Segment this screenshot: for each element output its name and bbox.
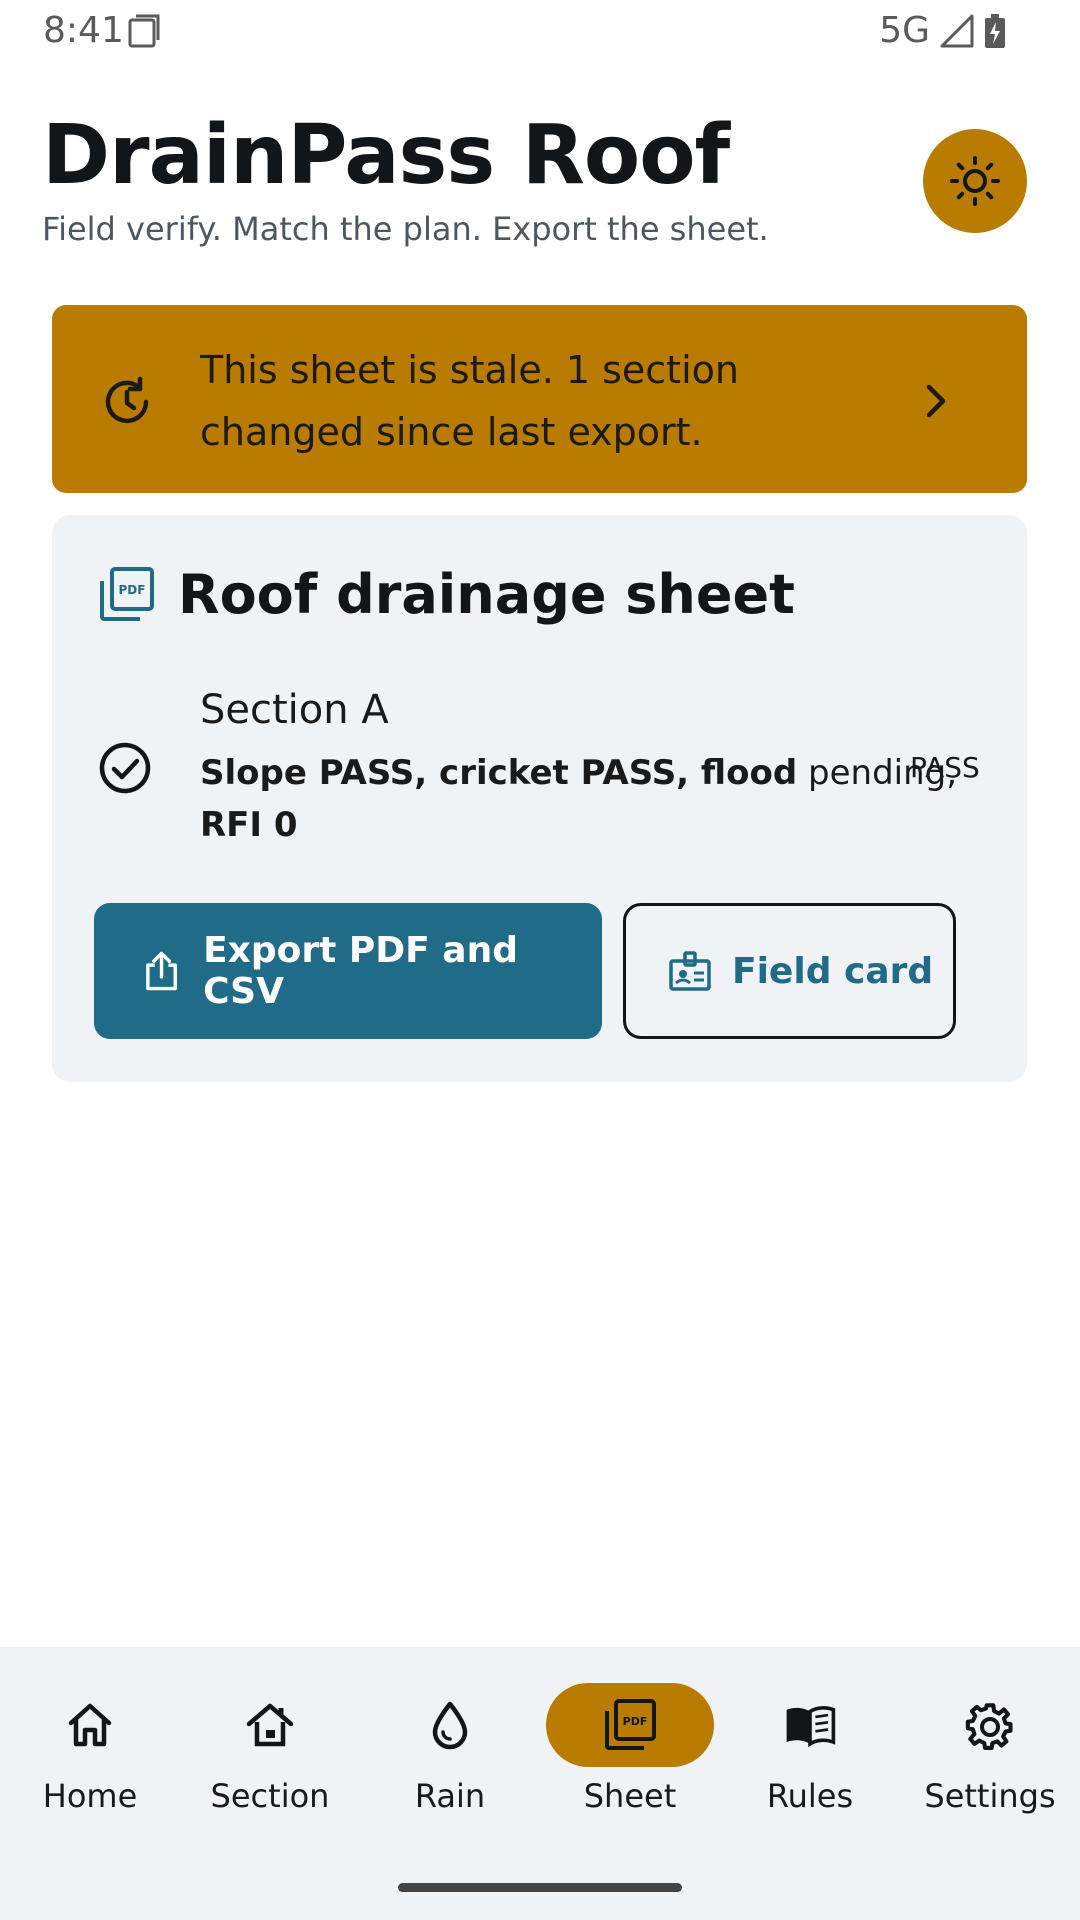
field-card-button[interactable]: Field card (623, 903, 956, 1039)
svg-text:PDF: PDF (119, 583, 146, 597)
nav-item-rules[interactable]: Rules (720, 1683, 900, 1823)
sun-icon (950, 156, 1000, 206)
sheet-card: PDF Roof drainage sheet Section A Slope … (52, 515, 1027, 1082)
theme-toggle-button[interactable] (923, 129, 1027, 233)
signal-icon (940, 14, 974, 47)
gear-icon (965, 1703, 1013, 1751)
status-bar: 8:41 5G (0, 0, 1080, 64)
rain-drop-icon (432, 1701, 468, 1750)
nav-pill (366, 1683, 534, 1767)
stale-message: This sheet is stale. 1 section changed s… (200, 348, 739, 454)
svg-text:PDF: PDF (623, 1715, 648, 1728)
pdf-icon: PDF (100, 567, 154, 621)
stale-banner[interactable]: This sheet is stale. 1 section changed s… (52, 305, 1027, 493)
section-name: Section A (200, 687, 389, 733)
status-indicators: 5G (879, 10, 1006, 51)
nav-label: Section (210, 1777, 330, 1815)
nav-label: Home (42, 1777, 138, 1815)
battery-icon (985, 13, 1005, 48)
card-title: Roof drainage sheet (178, 563, 795, 626)
nav-pill (726, 1683, 894, 1767)
section-detail: Slope PASS, cricket PASS, flood pending, (200, 753, 957, 793)
check-circle-icon (99, 742, 151, 794)
nav-label: Rain (414, 1777, 486, 1815)
home-icon (68, 1703, 112, 1747)
chevron-right-icon (926, 384, 946, 418)
export-button-label: Export PDF and CSV (203, 930, 518, 1012)
pdf-icon: PDF (605, 1699, 656, 1750)
nav-item-home[interactable]: Home (0, 1683, 180, 1823)
history-icon (105, 376, 149, 424)
status-badge: PASS (910, 751, 980, 784)
badge-icon (669, 951, 711, 991)
nav-label: Sheet (583, 1777, 677, 1815)
share-icon (146, 951, 177, 991)
section-icon (246, 1703, 294, 1747)
nav-item-settings[interactable]: Settings (900, 1683, 1080, 1823)
export-pdf-csv-button[interactable]: Export PDF and CSV (94, 903, 602, 1039)
nav-pill (186, 1683, 354, 1767)
nav-pill (906, 1683, 1074, 1767)
app-subtitle: Field verify. Match the plan. Export the… (42, 210, 769, 248)
nav-item-section[interactable]: Section (180, 1683, 360, 1823)
home-indicator[interactable] (398, 1883, 682, 1892)
nav-item-sheet[interactable]: PDF Sheet (540, 1683, 720, 1823)
bottom-nav: Home Section Rain PDF Sheet Rules Settin… (0, 1647, 1080, 1920)
status-time: 8:41 (43, 10, 124, 51)
nav-label: Rules (766, 1777, 854, 1815)
app-title: DrainPass Roof (42, 108, 730, 203)
nav-item-rain[interactable]: Rain (360, 1683, 540, 1823)
nav-label: Settings (924, 1777, 1056, 1815)
book-icon (786, 1706, 836, 1748)
nav-pill-active: PDF (546, 1683, 714, 1767)
network-type: 5G (879, 10, 930, 51)
field-card-label: Field card (732, 950, 934, 992)
nav-pill (6, 1683, 174, 1767)
sim-card-icon (128, 14, 160, 48)
section-checks: Slope PASS, cricket PASS, flood (200, 753, 798, 793)
section-rfi: RFI 0 (200, 805, 298, 845)
